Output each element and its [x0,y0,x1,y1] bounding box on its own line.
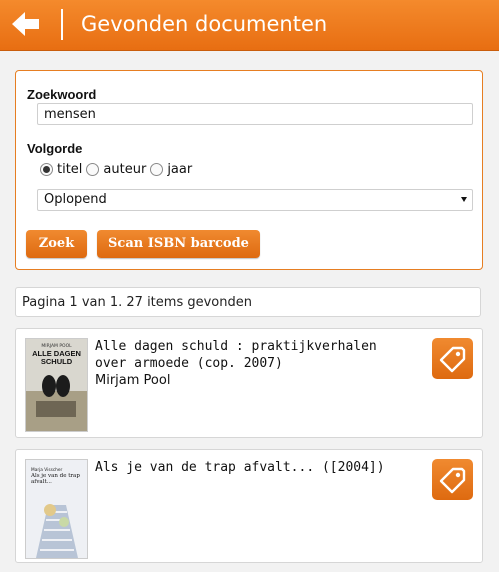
radio-jaar[interactable] [150,162,164,176]
result-title: Als je van de trap afvalt... ([2004]) [95,459,395,476]
page-title: Gevonden documenten [81,12,328,36]
back-button[interactable] [0,0,60,50]
search-panel: Zoekwoord Volgorde titel auteur jaar Opl… [15,70,483,270]
sort-option-jaar[interactable]: jaar [150,162,192,177]
sort-radio-group: titel auteur jaar [40,160,196,178]
sort-option-label: titel [57,161,83,177]
book-cover: MIRJAM POOL ALLE DAGEN SCHULD [25,338,88,432]
tag-icon [439,467,466,494]
cover-title-text: ALLE DAGEN SCHULD [32,349,81,366]
tag-button[interactable] [432,338,473,379]
sort-option-label: jaar [167,161,193,177]
result-title: Alle dagen schuld : praktijkverhalen ove… [95,338,395,389]
result-title-text: Alle dagen schuld : praktijkverhalen ove… [95,339,377,371]
search-button[interactable]: Zoek [26,230,87,258]
order-select[interactable]: Oplopend [37,189,473,211]
tag-icon [439,346,466,373]
header-divider [61,9,63,40]
sort-label: Volgorde [27,141,83,156]
radio-titel[interactable] [40,162,53,176]
chevron-down-icon [461,197,467,202]
result-item[interactable]: MIRJAM POOL ALLE DAGEN SCHULD Alle dagen… [15,328,483,438]
sort-option-auteur[interactable]: auteur [86,162,146,177]
cover-title-text: Als je van de trap afvalt... [31,473,80,485]
results-status: Pagina 1 van 1. 27 items gevonden [15,287,481,317]
keyword-input[interactable] [37,103,473,125]
arrow-left-icon [12,12,39,36]
sort-option-titel[interactable]: titel [40,162,82,177]
order-select-value: Oplopend [44,192,107,207]
tag-button[interactable] [432,459,473,500]
scan-isbn-button[interactable]: Scan ISBN barcode [97,230,260,258]
book-cover: Marja Visscher Als je van de trap afvalt… [25,459,88,559]
result-author: Mirjam Pool [95,373,171,388]
result-title-text: Als je van de trap afvalt... ([2004]) [95,460,385,475]
keyword-label: Zoekwoord [27,87,97,102]
result-item[interactable]: Marja Visscher Als je van de trap afvalt… [15,449,483,563]
radio-auteur[interactable] [86,162,100,176]
sort-option-label: auteur [103,161,147,177]
app-header: Gevonden documenten [0,0,499,51]
